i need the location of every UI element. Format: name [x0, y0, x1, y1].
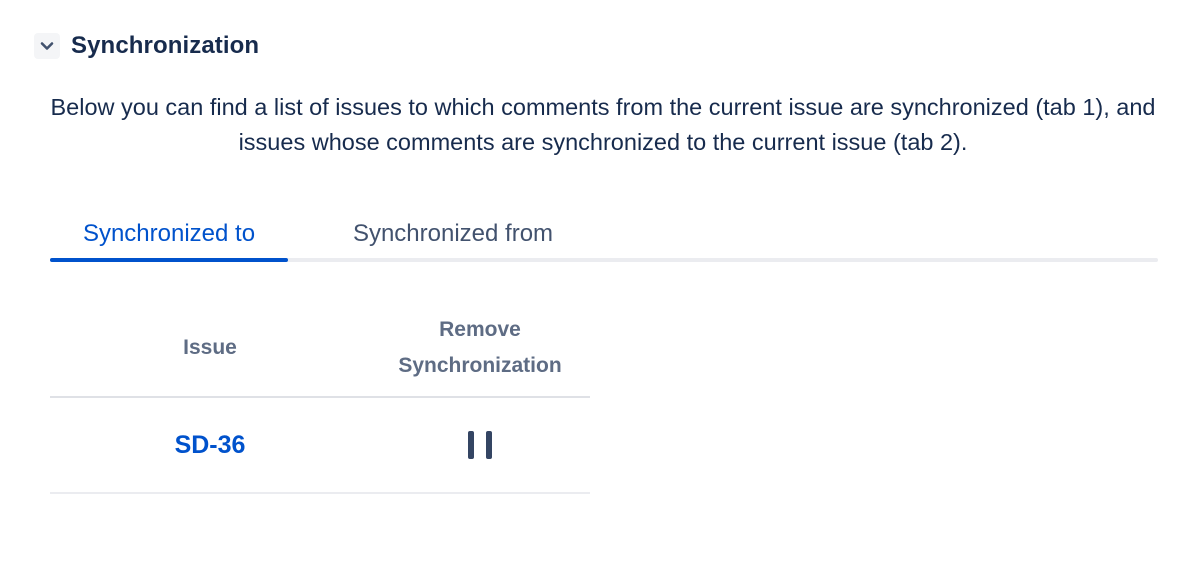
tab-bar: Synchronized to Synchronized from	[50, 214, 1158, 262]
remove-synchronization-button[interactable]	[460, 425, 500, 465]
pause-icon	[468, 431, 492, 459]
section-title: Synchronization	[71, 32, 260, 59]
remove-sync-cell	[370, 398, 590, 492]
synchronization-panel: Synchronization Below you can find a lis…	[0, 0, 1192, 586]
collapse-toggle-button[interactable]	[34, 33, 60, 59]
column-header-remove-line1: Remove	[439, 318, 521, 341]
section-header: Synchronization	[34, 32, 259, 60]
issue-cell: SD-36	[50, 398, 370, 492]
tab-synchronized-to[interactable]: Synchronized to	[50, 214, 288, 262]
tab-synchronized-from[interactable]: Synchronized from	[318, 214, 588, 262]
table-row: SD-36	[50, 398, 590, 494]
column-header-issue-label: Issue	[183, 336, 237, 359]
synchronized-issues-table: Issue Remove Synchronization SD-36	[50, 300, 590, 494]
chevron-down-icon	[40, 42, 54, 50]
section-description: Below you can find a list of issues to w…	[50, 94, 1156, 155]
column-header-remove-line2: Synchronization	[398, 354, 562, 377]
column-header-remove-synchronization: Remove Synchronization	[370, 300, 590, 396]
column-header-issue: Issue	[50, 300, 370, 396]
issue-link[interactable]: SD-36	[175, 431, 246, 460]
table-header: Issue Remove Synchronization	[50, 300, 590, 398]
active-tab-indicator	[50, 258, 288, 262]
